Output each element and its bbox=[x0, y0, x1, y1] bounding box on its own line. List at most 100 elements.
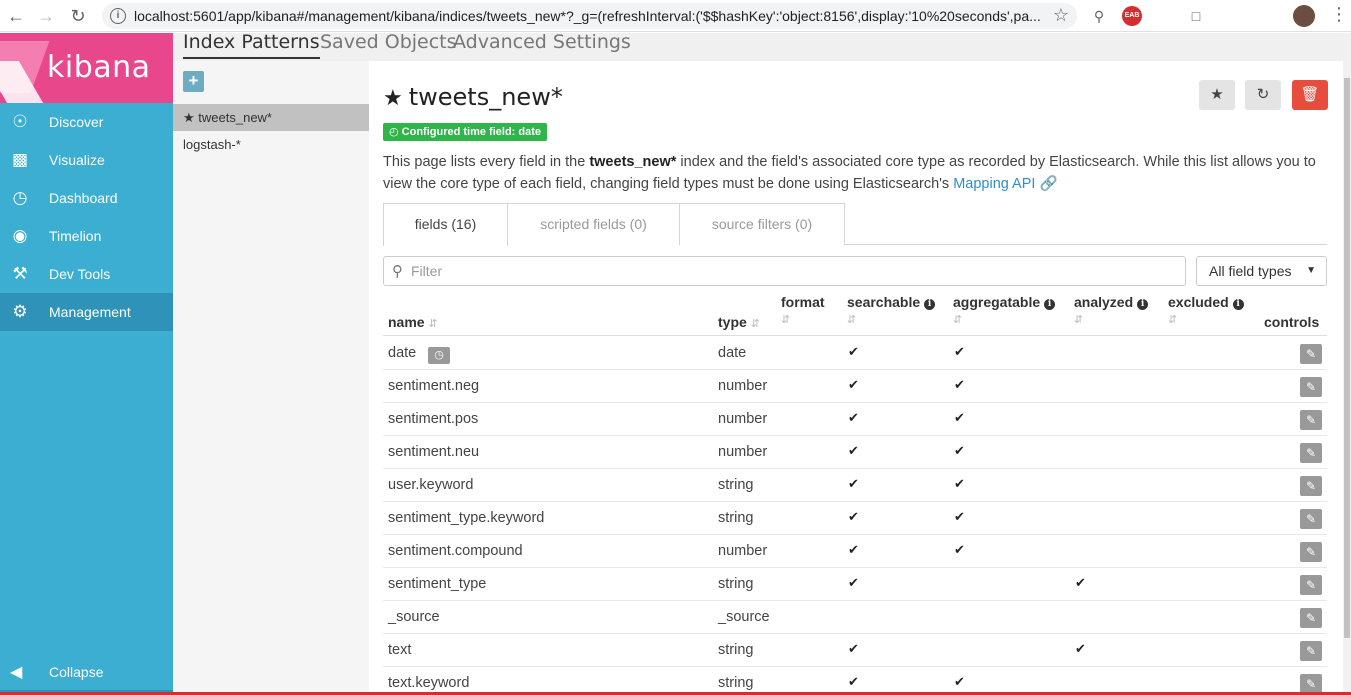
pattern-item-logstash[interactable]: logstash-* bbox=[173, 131, 369, 158]
edit-field-button[interactable]: ✎ bbox=[1300, 410, 1322, 430]
header-type[interactable]: type ⇵ bbox=[718, 314, 760, 330]
header-excluded-label: excluded bbox=[1168, 294, 1229, 310]
gear-icon: ⚙ bbox=[12, 302, 28, 321]
field-name: date bbox=[388, 345, 417, 361]
aggregatable-check-icon: ✔ bbox=[954, 377, 965, 392]
forward-arrow-icon[interactable]: → bbox=[34, 4, 58, 28]
profile-avatar[interactable] bbox=[1293, 5, 1315, 27]
scrollbar-thumb[interactable] bbox=[1344, 78, 1350, 638]
nav-label: Visualize bbox=[49, 152, 105, 168]
set-default-button[interactable]: ★ bbox=[1199, 80, 1235, 110]
tab-scripted-fields[interactable]: scripted fields (0) bbox=[507, 203, 680, 245]
edit-field-button[interactable]: ✎ bbox=[1300, 641, 1322, 661]
desc-index-name: tweets_new* bbox=[589, 154, 677, 170]
header-type-label: type bbox=[718, 314, 747, 330]
searchable-check-icon: ✔ bbox=[848, 377, 859, 392]
edit-field-button[interactable]: ✎ bbox=[1300, 575, 1322, 595]
searchable-check-icon: ✔ bbox=[848, 542, 859, 557]
field-name: text.keyword bbox=[388, 675, 470, 691]
pattern-item-tweets-new[interactable]: ★ tweets_new* bbox=[173, 104, 369, 131]
header-aggregatable[interactable]: aggregatable i ⇵ bbox=[953, 294, 1056, 326]
pocket-extension-icon[interactable]: □ bbox=[1186, 6, 1206, 26]
edit-field-button[interactable]: ✎ bbox=[1300, 344, 1322, 364]
header-searchable[interactable]: searchable i ⇵ bbox=[847, 294, 936, 326]
sort-icon: ⇵ bbox=[750, 318, 760, 330]
header-controls: controls bbox=[1264, 314, 1320, 330]
filter-input[interactable] bbox=[411, 261, 1171, 281]
back-arrow-icon[interactable]: ← bbox=[4, 4, 28, 28]
nav-label: Management bbox=[49, 304, 131, 320]
edit-field-button[interactable]: ✎ bbox=[1300, 542, 1322, 562]
info-icon[interactable]: i bbox=[1044, 299, 1056, 310]
searchable-check-icon: ✔ bbox=[848, 641, 859, 656]
site-info-icon[interactable]: i bbox=[110, 8, 126, 24]
edit-field-button[interactable]: ✎ bbox=[1300, 377, 1322, 397]
edit-field-button[interactable]: ✎ bbox=[1300, 509, 1322, 529]
time-field-indicator: ◷ bbox=[428, 345, 450, 364]
field-type-select[interactable]: All field types ▼ bbox=[1196, 256, 1327, 286]
browser-menu-icon[interactable]: ⋮ bbox=[1330, 4, 1348, 25]
sort-icon: ⇵ bbox=[847, 314, 857, 326]
tab-fields[interactable]: fields (16) bbox=[383, 203, 508, 246]
time-field-label: Configured time field: date bbox=[401, 126, 542, 138]
gauge-icon: ◷ bbox=[12, 188, 28, 207]
field-tabs: fields (16) scripted fields (0) source f… bbox=[383, 203, 1327, 246]
edit-field-button[interactable]: ✎ bbox=[1300, 443, 1322, 463]
nav-timelion[interactable]: ◉ Timelion bbox=[0, 217, 173, 255]
info-icon[interactable]: i bbox=[1137, 299, 1149, 310]
adblock-extension-icon[interactable]: EAB bbox=[1122, 6, 1142, 26]
info-icon[interactable]: i bbox=[1232, 299, 1244, 310]
field-type: number bbox=[718, 543, 768, 559]
analyzed-check-icon: ✔ bbox=[1075, 641, 1086, 656]
search-icon: ⚲ bbox=[392, 263, 403, 280]
sort-icon: ⇵ bbox=[1074, 314, 1084, 326]
nav-label: Discover bbox=[49, 114, 104, 130]
searchable-check-icon: ✔ bbox=[848, 443, 859, 458]
refresh-fields-button[interactable]: ↻ bbox=[1245, 80, 1281, 110]
header-analyzed[interactable]: analyzed i ⇵ bbox=[1074, 294, 1149, 326]
reload-icon[interactable]: ↻ bbox=[66, 4, 90, 28]
tab-source-filters[interactable]: source filters (0) bbox=[679, 203, 845, 245]
nav-dev-tools[interactable]: ⚒ Dev Tools bbox=[0, 255, 173, 293]
tab-saved-objects[interactable]: Saved Objects bbox=[320, 31, 457, 53]
kibana-sidebar: kibana ☉ Discover ▩ Visualize ◷ Dashboar… bbox=[0, 33, 173, 695]
page-title-text: tweets_new* bbox=[408, 83, 563, 111]
aggregatable-check-icon: ✔ bbox=[954, 443, 965, 458]
tab-index-patterns[interactable]: Index Patterns bbox=[183, 31, 320, 59]
field-name: sentiment_type.keyword bbox=[388, 510, 545, 526]
field-name: _source bbox=[388, 609, 440, 625]
kibana-logo[interactable]: kibana bbox=[0, 33, 173, 103]
nav-visualize[interactable]: ▩ Visualize bbox=[0, 141, 173, 179]
field-name: sentiment.neu bbox=[388, 444, 480, 460]
default-star-icon: ★ bbox=[183, 110, 195, 125]
header-name[interactable]: name ⇵ bbox=[388, 314, 438, 330]
delete-pattern-button[interactable]: 🗑 bbox=[1292, 80, 1328, 110]
table-row: date ◷ date ✔ ✔ ✎ bbox=[383, 337, 1327, 370]
bookmark-star-icon[interactable]: ☆ bbox=[1053, 5, 1069, 26]
edit-field-button[interactable]: ✎ bbox=[1300, 608, 1322, 628]
info-icon[interactable]: i bbox=[924, 299, 936, 310]
field-type: number bbox=[718, 444, 768, 460]
nav-management[interactable]: ⚙ Management bbox=[0, 293, 173, 331]
collapse-button[interactable]: ◀ Collapse bbox=[0, 653, 173, 691]
edit-field-button[interactable]: ✎ bbox=[1300, 476, 1322, 496]
url-text[interactable]: localhost:5601/app/kibana#/management/ki… bbox=[134, 8, 1044, 24]
edit-field-button[interactable]: ✎ bbox=[1300, 674, 1322, 694]
table-row: sentiment.pos number ✔ ✔ ✎ bbox=[383, 403, 1327, 436]
header-excluded[interactable]: excluded i ⇵ bbox=[1168, 294, 1244, 326]
field-type: string bbox=[718, 642, 754, 658]
add-index-pattern-button[interactable]: + bbox=[183, 71, 204, 92]
header-format[interactable]: format ⇵ bbox=[781, 294, 825, 326]
zoom-extension-icon[interactable]: ⚲ bbox=[1089, 6, 1109, 26]
nav-dashboard[interactable]: ◷ Dashboard bbox=[0, 179, 173, 217]
tab-advanced-settings[interactable]: Advanced Settings bbox=[453, 31, 631, 53]
table-row: sentiment_type.keyword string ✔ ✔ ✎ bbox=[383, 502, 1327, 535]
filter-box: ⚲ bbox=[383, 256, 1186, 286]
table-row: user.keyword string ✔ ✔ ✎ bbox=[383, 469, 1327, 502]
searchable-check-icon: ✔ bbox=[848, 674, 859, 689]
table-row: sentiment.neg number ✔ ✔ ✎ bbox=[383, 370, 1327, 403]
address-bar[interactable]: i localhost:5601/app/kibana#/management/… bbox=[102, 3, 1077, 29]
mapping-api-link[interactable]: Mapping API bbox=[953, 176, 1035, 192]
nav-discover[interactable]: ☉ Discover bbox=[0, 103, 173, 141]
page-scrollbar[interactable] bbox=[1343, 33, 1351, 695]
